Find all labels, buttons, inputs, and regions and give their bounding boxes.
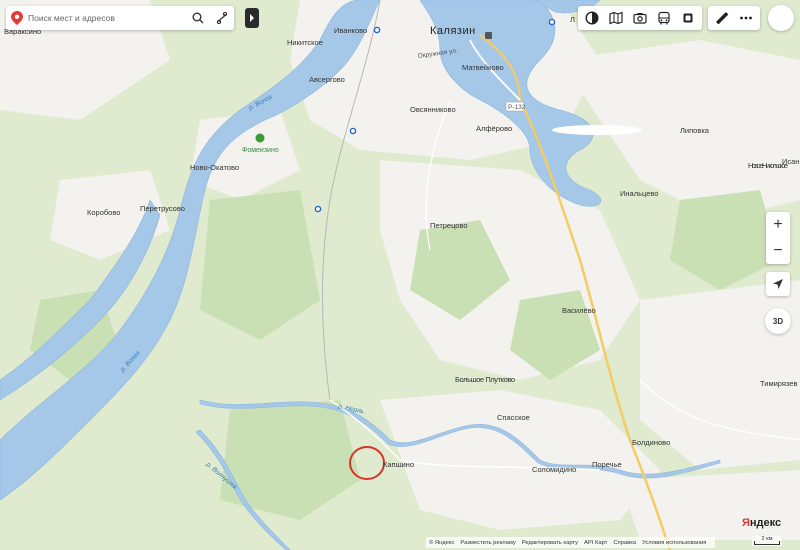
- copyright-text: © Яндекс: [429, 539, 455, 546]
- place-label: Василёво: [562, 306, 596, 315]
- place-label: Л: [570, 15, 575, 24]
- more-icon[interactable]: [734, 6, 758, 30]
- place-label: Овсянниково: [410, 105, 456, 114]
- park-icon[interactable]: [255, 133, 265, 143]
- place-label: Липовка: [680, 126, 710, 135]
- geolocation-button[interactable]: [766, 272, 790, 296]
- place-label: Перетрусово: [140, 204, 185, 213]
- zoom-controls: + −: [766, 212, 790, 264]
- place-label: Исан: [782, 157, 799, 166]
- place-label: Матвейково: [462, 63, 504, 72]
- view-3d-button[interactable]: 3D: [765, 308, 791, 334]
- place-label: Никитское: [287, 38, 323, 47]
- tools-toolbar: [708, 6, 760, 30]
- ruler-icon[interactable]: [710, 6, 734, 30]
- place-label: Тимирязев: [760, 379, 797, 388]
- place-label: Поречье: [592, 460, 622, 469]
- footer-link-terms[interactable]: Условия использования: [642, 540, 706, 546]
- station-icon[interactable]: [485, 32, 492, 39]
- place-label: Спасское: [497, 413, 530, 422]
- footer-link-ads[interactable]: Разместить рекламу: [460, 540, 515, 546]
- yandex-logo-rest: ндекс: [749, 517, 782, 529]
- footer-link-edit-map[interactable]: Редактировать карту: [522, 540, 578, 546]
- place-label: Иванково: [334, 26, 367, 35]
- search-box[interactable]: Поиск мест и адресов: [6, 6, 234, 30]
- place-label: Коробово: [87, 208, 120, 217]
- scale-bar-line: [754, 541, 780, 545]
- map-highlight: [552, 125, 642, 135]
- road-label: Р-132: [508, 104, 526, 111]
- sidebar-toggle-button[interactable]: [245, 8, 259, 28]
- navigation-arrow-icon: [773, 279, 783, 289]
- footer-link-help[interactable]: Справка: [613, 540, 636, 546]
- scale-bar: 2 км: [752, 536, 782, 546]
- chevron-right-icon: [250, 14, 254, 22]
- profile-button[interactable]: [768, 5, 794, 31]
- place-label: Петрецово: [430, 221, 468, 230]
- place-label: Соломидино: [532, 465, 576, 474]
- layers-toolbar: [578, 6, 702, 30]
- place-label: Инальцево: [620, 189, 658, 198]
- layers-icon[interactable]: [580, 6, 604, 30]
- yandex-logo-first-letter: Я: [742, 517, 750, 529]
- zoom-in-button[interactable]: +: [766, 212, 790, 238]
- location-pin-icon: [6, 6, 28, 30]
- traffic-icon[interactable]: [676, 6, 700, 30]
- route-icon[interactable]: [210, 6, 234, 30]
- place-label: Ново-Окатово: [190, 163, 239, 172]
- place-label: Болдиново: [632, 438, 670, 447]
- yandex-logo[interactable]: Яндекс: [742, 517, 781, 529]
- bus-icon[interactable]: [652, 6, 676, 30]
- camera-icon[interactable]: [628, 6, 652, 30]
- map-canvas[interactable]: Р-132 Калязин Вараксино Никитское Иванко…: [0, 0, 800, 550]
- zoom-out-button[interactable]: −: [766, 238, 790, 264]
- search-input[interactable]: Поиск мест и адресов: [28, 13, 186, 23]
- place-label: Авсергово: [309, 75, 345, 84]
- place-label: Большое Плутково: [455, 375, 515, 384]
- map-icon[interactable]: [604, 6, 628, 30]
- poi-label: Фомеизино: [242, 147, 279, 154]
- place-label: Алфёрово: [476, 124, 512, 133]
- place-label: Капшино: [383, 460, 414, 469]
- search-icon[interactable]: [186, 6, 210, 30]
- city-label: Калязин: [430, 25, 476, 37]
- footer-link-api[interactable]: API Карт: [584, 540, 607, 546]
- map-footer: © Яндекс Разместить рекламу Редактироват…: [426, 537, 716, 548]
